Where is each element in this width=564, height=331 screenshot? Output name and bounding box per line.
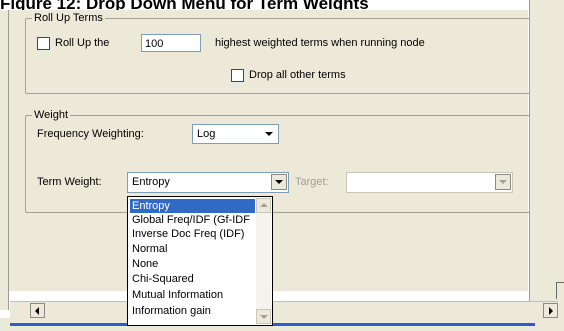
- dropdown-option-entropy[interactable]: Entropy: [130, 199, 255, 213]
- dropdown-option-gf-idf[interactable]: Global Freq/IDF (Gf-IDF: [130, 213, 255, 227]
- target-select[interactable]: [346, 172, 513, 193]
- rollup-count-input[interactable]: 100: [141, 34, 201, 52]
- target-label: Target:: [295, 176, 329, 188]
- chevron-down-icon[interactable]: [271, 174, 287, 190]
- chevron-down-icon[interactable]: [261, 126, 277, 142]
- horizontal-scrollbar[interactable]: [10, 301, 558, 319]
- dropdown-option-idf[interactable]: Inverse Doc Freq (IDF): [130, 227, 255, 241]
- dropdown-option-mutual-information[interactable]: Mutual Information: [130, 288, 255, 302]
- right-panel: [529, 0, 564, 331]
- chevron-down-icon[interactable]: [495, 174, 511, 190]
- figure-caption: Figure 12: Drop Down Menu for Term Weigh…: [0, 0, 369, 13]
- status-strip: [0, 318, 564, 331]
- frequency-weighting-value: Log: [197, 128, 216, 140]
- panel-corner: [556, 282, 564, 299]
- dropdown-option-chi-squared[interactable]: Chi-Squared: [130, 272, 255, 286]
- dropdown-option-information-gain[interactable]: Information gain: [130, 304, 255, 318]
- rollup-group: Roll Up Terms: [25, 11, 530, 94]
- dropdown-scrollbar[interactable]: [256, 198, 271, 324]
- rollup-legend: Roll Up Terms: [32, 11, 105, 25]
- dropdown-option-none[interactable]: None: [130, 257, 255, 271]
- drop-terms-checkbox[interactable]: [231, 69, 244, 82]
- rollup-suffix-text: highest weighted terms when running node: [215, 37, 425, 49]
- term-weight-dropdown-list[interactable]: Entropy Global Freq/IDF (Gf-IDF Inverse …: [127, 196, 273, 326]
- left-panel-edge: [0, 10, 9, 310]
- weight-legend: Weight: [32, 108, 71, 122]
- frequency-weighting-select[interactable]: Log: [192, 124, 279, 144]
- frequency-weighting-label: Frequency Weighting:: [37, 128, 144, 140]
- term-weight-select[interactable]: Entropy: [127, 172, 289, 193]
- arrow-left-icon[interactable]: [30, 303, 45, 318]
- rollup-checkbox-label: Roll Up the: [55, 37, 110, 49]
- dropdown-option-normal[interactable]: Normal: [130, 242, 255, 256]
- arrow-down-icon[interactable]: [256, 309, 271, 324]
- arrow-up-icon[interactable]: [256, 198, 271, 213]
- arrow-right-icon[interactable]: [543, 303, 558, 318]
- drop-terms-label: Drop all other terms: [249, 69, 346, 81]
- term-weight-label: Term Weight:: [37, 176, 102, 188]
- rollup-checkbox[interactable]: [37, 37, 50, 50]
- term-weight-value: Entropy: [132, 176, 170, 188]
